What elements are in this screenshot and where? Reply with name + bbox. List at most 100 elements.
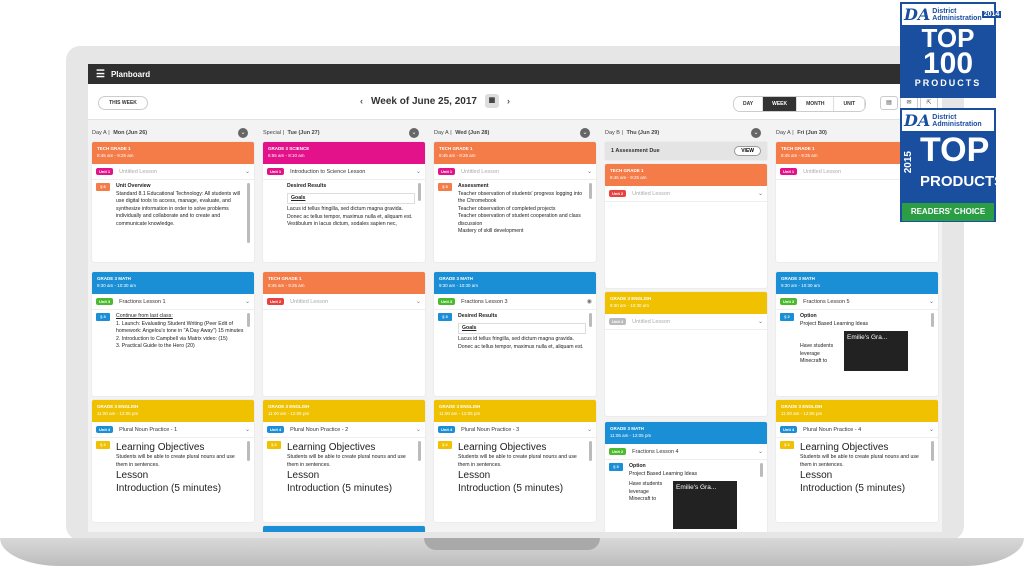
class-card[interactable]: TECH GRADE 1 8:45 am - 9:25 am Unit 2 Un…	[605, 164, 767, 288]
class-card[interactable]: GRADE 3 MATH 9:30 am - 10:30 am Unit 3 F…	[92, 272, 254, 396]
class-card[interactable]: GRADE 3 SCIENCE 6:55 am - 8:10 am Unit 1…	[263, 142, 425, 262]
menu-icon[interactable]: ☰	[96, 69, 105, 80]
eye-icon[interactable]: ◉	[587, 298, 592, 305]
this-week-button[interactable]: THIS WEEK	[98, 96, 148, 110]
section-text: Students will be able to create plural n…	[800, 454, 919, 468]
video-thumbnail[interactable]: Emilie's Gra...	[844, 331, 908, 371]
badge-line: District	[932, 7, 957, 15]
class-time: 6:55 am - 8:10 am	[268, 153, 305, 158]
chevron-down-icon[interactable]: ⌄	[758, 448, 763, 455]
class-card[interactable]: TECH GRADE 1 8:45 am - 9:25 am Unit 1 Un…	[92, 142, 254, 262]
chevron-down-icon[interactable]: ⌄	[580, 128, 590, 138]
chevron-down-icon[interactable]: ⌄	[245, 168, 250, 175]
section-tag: § 3	[438, 313, 452, 321]
lesson-body: § 3 Assessment Teacher observation of st…	[434, 180, 596, 239]
view-button[interactable]: VIEW	[734, 146, 761, 156]
lesson-row[interactable]: Unit 4 Plural Noun Practice - 4 ⌄	[776, 422, 938, 438]
lesson-title: Fractions Lesson 3	[461, 298, 508, 305]
class-card[interactable]: GRADE 3 ENGLISH 11:00 am - 12:05 pm Unit…	[263, 400, 425, 522]
scrollbar[interactable]	[931, 313, 934, 327]
video-thumbnail[interactable]: Emilie's Gra...	[673, 481, 737, 529]
chevron-down-icon[interactable]: ⌄	[587, 168, 592, 175]
day-prefix: Day A	[434, 130, 449, 136]
lesson-row[interactable]: Unit 4 Plural Noun Practice - 3 ⌄	[434, 422, 596, 438]
section-text: Students will be able to create plural n…	[116, 454, 235, 468]
scrollbar[interactable]	[589, 441, 592, 461]
calendar-icon[interactable]: ▦	[484, 94, 499, 108]
lesson-row[interactable]: Unit 4 Plural Noun Practice - 1 ⌄	[92, 422, 254, 438]
chevron-down-icon[interactable]: ⌄	[929, 426, 934, 433]
view-month-button[interactable]: MONTH	[797, 97, 835, 111]
class-card-partial[interactable]	[263, 526, 425, 532]
assessment-due-banner: 1 Assessment Due VIEW	[605, 142, 767, 160]
scrollbar[interactable]	[418, 183, 421, 201]
document-icon[interactable]: ▤	[880, 96, 898, 110]
unit-badge: Unit 4	[780, 426, 798, 433]
chevron-down-icon[interactable]: ⌄	[416, 168, 421, 175]
class-time: 9:30 am - 10:30 am	[97, 283, 137, 288]
goals-header: Goals	[458, 322, 586, 334]
class-card[interactable]: GRADE 3 MATH 9:30 am - 10:30 am Unit 3 F…	[776, 272, 938, 396]
scrollbar[interactable]	[247, 183, 250, 243]
section-heading: Lesson	[287, 470, 320, 481]
chevron-down-icon[interactable]: ⌄	[416, 298, 421, 305]
lesson-row[interactable]: Unit 2 Fractions Lesson 4 ⌄	[605, 444, 767, 460]
lesson-body: § 3 Desired Results Goals Lacus id tellu…	[263, 180, 425, 232]
chevron-down-icon[interactable]: ⌄	[758, 190, 763, 197]
lesson-row[interactable]: Unit 4 Plural Noun Practice - 2 ⌄	[263, 422, 425, 438]
class-card[interactable]: TECH GRADE 1 8:45 am - 9:25 am Unit 2 Un…	[263, 272, 425, 396]
lesson-row[interactable]: Unit 2 Untitled Lesson ⌄	[605, 186, 767, 202]
class-time: 8:45 am - 9:25 am	[610, 175, 647, 180]
class-card[interactable]: GRADE 3 ENGLISH 11:00 am - 12:05 pm Unit…	[92, 400, 254, 522]
chevron-down-icon[interactable]: ⌄	[929, 298, 934, 305]
lesson-row[interactable]: Unit 3 Fractions Lesson 5 ⌄	[776, 294, 938, 310]
section-heading: Option	[629, 463, 646, 469]
lesson-body: § 2 Option Project Based Learning Ideas …	[776, 310, 938, 374]
chevron-down-icon[interactable]: ⌄	[751, 128, 761, 138]
lesson-title: Untitled Lesson	[290, 298, 329, 305]
unit-badge: Unit 4	[609, 318, 627, 325]
lesson-row[interactable]: Unit 1 Untitled Lesson ⌄	[434, 164, 596, 180]
section-tag: § 2	[267, 441, 281, 449]
class-card[interactable]: GRADE 3 MATH 11:05 am - 12:05 pm Unit 2 …	[605, 422, 767, 532]
lesson-row[interactable]: Unit 2 Untitled Lesson ⌄	[263, 294, 425, 310]
chevron-down-icon[interactable]: ⌄	[409, 128, 419, 138]
lesson-row[interactable]: Unit 3 Fractions Lesson 3 ◉	[434, 294, 596, 310]
day-name: Wed (Jun 28)	[455, 130, 490, 136]
scrollbar[interactable]	[247, 441, 250, 461]
chevron-down-icon[interactable]: ⌄	[245, 426, 250, 433]
unit-badge: Unit 1	[780, 168, 798, 175]
class-card[interactable]: GRADE 3 ENGLISH 11:00 am - 12:05 pm Unit…	[434, 400, 596, 522]
award-badge-top-products: DA District Administration 2015 TOP PROD…	[900, 108, 1004, 222]
chevron-down-icon[interactable]: ⌄	[587, 426, 592, 433]
lesson-title: Untitled Lesson	[461, 168, 500, 175]
lesson-row[interactable]: Unit 1 Untitled Lesson ⌄	[92, 164, 254, 180]
scrollbar[interactable]	[247, 313, 250, 327]
chevron-down-icon[interactable]: ⌄	[238, 128, 248, 138]
class-card[interactable]: GRADE 3 ENGLISH 11:00 am - 12:05 pm Unit…	[776, 400, 938, 522]
prev-week-icon[interactable]: ‹	[360, 96, 363, 106]
next-week-icon[interactable]: ›	[507, 96, 510, 106]
class-time: 9:30 am - 10:30 am	[610, 303, 650, 308]
view-week-button[interactable]: WEEK	[763, 97, 798, 111]
view-day-button[interactable]: DAY	[734, 97, 764, 111]
unit-badge: Unit 4	[438, 426, 456, 433]
unit-badge: Unit 1	[438, 168, 456, 175]
lesson-row[interactable]: Unit 4 Untitled Lesson ⌄	[605, 314, 767, 330]
day-header: Day A | Mon (Jun 26) ⌄	[88, 126, 252, 140]
class-card[interactable]: TECH GRADE 1 8:45 am - 9:25 am Unit 1 Un…	[434, 142, 596, 262]
chevron-down-icon[interactable]: ⌄	[758, 318, 763, 325]
lesson-row[interactable]: Unit 1 Introduction to Science Lesson ⌄	[263, 164, 425, 180]
scrollbar[interactable]	[589, 313, 592, 327]
scrollbar[interactable]	[418, 441, 421, 461]
view-unit-button[interactable]: UNIT	[834, 97, 866, 111]
chevron-down-icon[interactable]: ⌄	[416, 426, 421, 433]
scrollbar[interactable]	[931, 441, 934, 461]
lesson-row[interactable]: Unit 3 Fractions Lesson 1 ⌄	[92, 294, 254, 310]
chevron-down-icon[interactable]: ⌄	[245, 298, 250, 305]
class-card[interactable]: GRADE 3 ENGLISH 9:30 am - 10:30 am Unit …	[605, 292, 767, 416]
section-heading: Learning Objectives	[458, 442, 547, 453]
scrollbar[interactable]	[589, 183, 592, 199]
class-card[interactable]: GRADE 3 MATH 9:30 am - 10:30 am Unit 3 F…	[434, 272, 596, 396]
scrollbar[interactable]	[760, 463, 763, 477]
